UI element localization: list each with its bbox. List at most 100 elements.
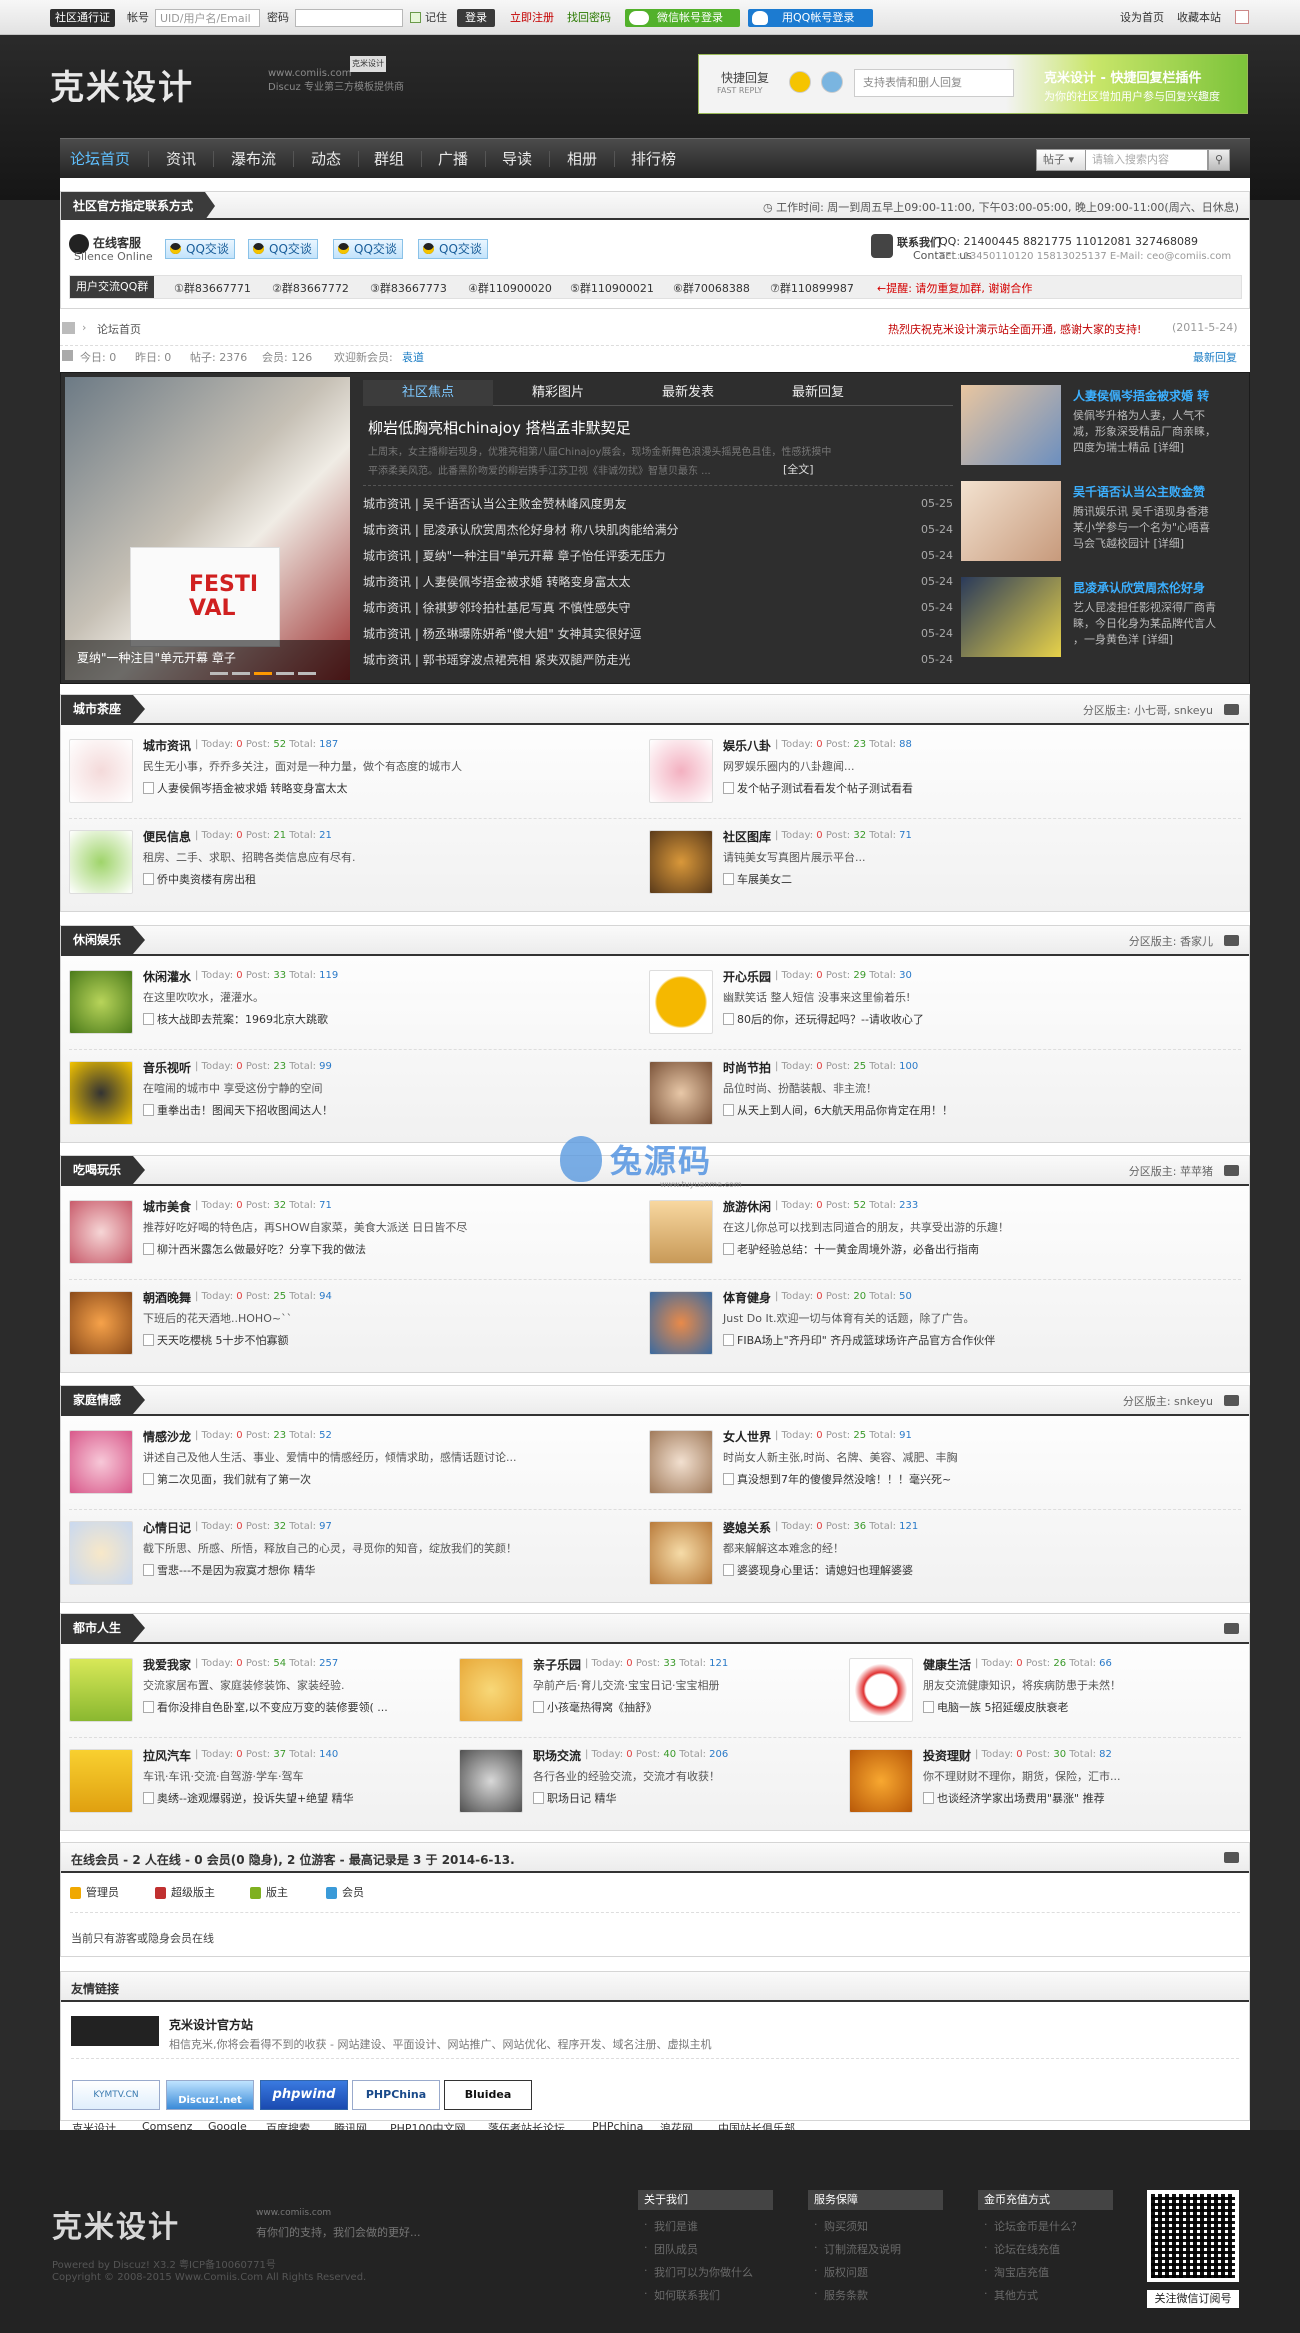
forum-last-post[interactable]: 奥绣--途观爆弱逆，投诉失望+绝望 精华 [143, 1790, 354, 1806]
nav-item-ranking[interactable]: 排行榜 [631, 139, 676, 179]
forum-icon[interactable] [649, 1521, 713, 1585]
category-title[interactable]: 家庭情感 [61, 1386, 146, 1414]
qq-group-5[interactable]: ⑤群110900021 [570, 280, 654, 296]
forum-item[interactable]: 我爱我家 | Today: 0 Post: 54 Total: 257 交流家居… [61, 1650, 451, 1732]
qq-chat-button-1[interactable]: QQ交谈 [165, 239, 235, 259]
forum-icon[interactable] [649, 1291, 713, 1355]
tab-latest-posts[interactable]: 最新发表 [623, 380, 753, 406]
forum-icon[interactable] [649, 1430, 713, 1494]
forum-item[interactable]: 投资理财 | Today: 0 Post: 30 Total: 82 你不理财财… [841, 1741, 1241, 1823]
login-button[interactable]: 登录 [457, 9, 495, 27]
category-title[interactable]: 吃喝玩乐 [61, 1156, 146, 1184]
forum-last-post[interactable]: 80后的你，还玩得起吗？--请收收心了 [723, 1011, 924, 1027]
stats-new-member[interactable]: 袁道 [402, 349, 424, 365]
news-item[interactable]: 城市资讯 | 郭书瑶穿波点裙亮相 紧夹双腿严防走光 05-24 [363, 649, 953, 671]
forum-item[interactable]: 女人世界 | Today: 0 Post: 25 Total: 91 时尚女人新… [641, 1422, 1241, 1504]
forum-item[interactable]: 休闲灌水 | Today: 0 Post: 33 Total: 119 在这里吹… [61, 962, 641, 1044]
forum-icon[interactable] [459, 1749, 523, 1813]
account-input[interactable]: UID/用户名/Email [155, 9, 260, 27]
forum-name[interactable]: 职场交流 [533, 1747, 581, 1764]
footer-link[interactable]: 其他方式 [984, 2287, 1038, 2303]
forum-name[interactable]: 便民信息 [143, 828, 191, 845]
forum-last-post[interactable]: 第二次见面，我们就有了第一次 [143, 1471, 311, 1487]
tab-focus[interactable]: 社区焦点 [363, 380, 493, 406]
side-news-item[interactable]: 吴千语否认当公主败金赞 腾讯娱乐讯 吴千语现身香港 某小学参与一个名为"心唔喜 … [961, 481, 1241, 581]
footer-link[interactable]: 论坛金币是什么？ [984, 2218, 1082, 2234]
bookmark-link[interactable]: 收藏本站 [1177, 9, 1221, 27]
nav-item-feed[interactable]: 动态 [311, 139, 341, 179]
qq-group-3[interactable]: ③群83667773 [370, 280, 447, 296]
footer-logo[interactable]: 克米设计 [52, 2202, 180, 2246]
qq-chat-button-4[interactable]: QQ交谈 [418, 239, 488, 259]
news-item[interactable]: 城市资讯 | 吴千语否认当公主败金赞林峰风度男友 05-25 [363, 493, 953, 515]
friend-logo-blueidea[interactable]: Bluidea [444, 2080, 532, 2110]
forum-last-post[interactable]: 雪悲---不是因为寂寞才想你 精华 [143, 1562, 315, 1578]
side-news-thumb[interactable] [961, 577, 1061, 657]
footer-link[interactable]: 购买须知 [814, 2218, 868, 2234]
news-item[interactable]: 城市资讯 | 杨丞琳曝陈妍希"傻大姐" 女神其实很好逗 05-24 [363, 623, 953, 645]
forum-icon[interactable] [459, 1658, 523, 1722]
category-title[interactable]: 都市人生 [61, 1614, 146, 1642]
side-news-item[interactable]: 昆凌承认欣赏周杰伦好身 艺人昆凌担任影视深得厂商青 睐，今日化身为某品牌代言人 … [961, 577, 1241, 677]
forum-icon[interactable] [69, 1658, 133, 1722]
forum-last-post[interactable]: 婆婆现身心里话：请媳妇也理解婆婆 [723, 1562, 913, 1578]
forum-name[interactable]: 时尚节拍 [723, 1059, 771, 1076]
news-item[interactable]: 城市资讯 | 徐褀萝邻玲拍杜基尼写真 不慎性感失守 05-24 [363, 597, 953, 619]
forum-icon[interactable] [69, 1521, 133, 1585]
friend-logo-discuz[interactable]: Discuz!.net [166, 2080, 254, 2110]
forum-name[interactable]: 健康生活 [923, 1656, 971, 1673]
forum-last-post[interactable]: 从天上到人间，6大航天用品你肯定在用！！ [723, 1102, 953, 1118]
nav-item-home[interactable]: 论坛首页 [70, 139, 130, 179]
forum-icon[interactable] [69, 970, 133, 1034]
forum-last-post[interactable]: 看你没排自色卧室,以不变应万变的装修要领( ... [143, 1699, 388, 1715]
set-homepage-link[interactable]: 设为首页 [1120, 9, 1164, 27]
forum-name[interactable]: 拉风汽车 [143, 1747, 191, 1764]
forum-last-post[interactable]: 重拳出击！图闻天下招收图闻达人！ [143, 1102, 333, 1118]
forum-icon[interactable] [69, 1061, 133, 1125]
forum-item[interactable]: 音乐视听 | Today: 0 Post: 23 Total: 99 在喧闹的城… [61, 1053, 641, 1135]
side-news-more[interactable]: [详细] [1154, 537, 1185, 550]
side-news-more[interactable]: [详细] [1154, 441, 1185, 454]
forum-name[interactable]: 城市美食 [143, 1198, 191, 1215]
home-icon[interactable] [62, 322, 75, 334]
fast-reply-banner[interactable]: 快捷回复 FAST REPLY 支持表情和删人回复 克米设计 - 快捷回复栏插件… [698, 54, 1248, 114]
forum-icon[interactable] [649, 830, 713, 894]
forum-item[interactable]: 开心乐园 | Today: 0 Post: 29 Total: 30 幽默笑话 … [641, 962, 1241, 1044]
footer-link[interactable]: 订制流程及说明 [814, 2241, 901, 2257]
slide-dot[interactable] [210, 672, 228, 675]
forum-last-post[interactable]: 老驴经验总结：十一黄金周境外游，必备出行指南 [723, 1241, 979, 1257]
forum-icon[interactable] [69, 1200, 133, 1264]
focus-slideshow[interactable]: FESTI VAL 夏纳"一种注目"单元开幕 章子 [65, 377, 350, 680]
forum-name[interactable]: 投资理财 [923, 1747, 971, 1764]
friend-logo-phpwind[interactable]: phpwind [260, 2080, 348, 2110]
forum-name[interactable]: 女人世界 [723, 1428, 771, 1445]
focus-headline[interactable]: 柳岩低胸亮相chinajoy 搭档孟非默契足 [368, 417, 631, 438]
latest-reply-link[interactable]: 最新回复 [1193, 349, 1237, 365]
nav-item-broadcast[interactable]: 广播 [438, 139, 468, 179]
footer-link[interactable]: 淘宝店充值 [984, 2264, 1049, 2280]
friend-logo-kymtv[interactable]: KYMTV.CN [72, 2080, 160, 2110]
side-news-thumb[interactable] [961, 385, 1061, 465]
category-title[interactable]: 休闲娱乐 [61, 926, 146, 954]
footer-link[interactable]: 如何联系我们 [644, 2287, 720, 2303]
collapse-icon[interactable] [1224, 1395, 1239, 1406]
collapse-icon[interactable] [1224, 1852, 1239, 1863]
featured-link-name[interactable]: 克米设计官方站 [169, 2016, 253, 2033]
forum-name[interactable]: 体育健身 [723, 1289, 771, 1306]
forum-last-post[interactable]: 人妻侯佩岑捂金被求婚 转略变身富太太 [143, 780, 348, 796]
forum-icon[interactable] [649, 739, 713, 803]
footer-link[interactable]: 版权问题 [814, 2264, 868, 2280]
forum-icon[interactable] [649, 1200, 713, 1264]
forum-item[interactable]: 城市美食 | Today: 0 Post: 32 Total: 71 推荐好吃好… [61, 1192, 641, 1274]
forum-item[interactable]: 婆媳关系 | Today: 0 Post: 36 Total: 121 都来解解… [641, 1513, 1241, 1595]
forum-item[interactable]: 朝酒晚舞 | Today: 0 Post: 25 Total: 94 下班后的花… [61, 1283, 641, 1365]
forum-last-post[interactable]: 核大战即去荒案：1969北京大跳歌 [143, 1011, 328, 1027]
forum-last-post[interactable]: 侨中奥资楼有房出租 [143, 871, 256, 887]
footer-link[interactable]: 团队成员 [644, 2241, 698, 2257]
forum-name[interactable]: 心情日记 [143, 1519, 191, 1536]
footer-link[interactable]: 我们可以为你做什么 [644, 2264, 753, 2280]
forum-icon[interactable] [69, 1430, 133, 1494]
forum-icon[interactable] [849, 1658, 913, 1722]
forum-item[interactable]: 拉风汽车 | Today: 0 Post: 37 Total: 140 车讯·车… [61, 1741, 451, 1823]
online-title[interactable]: 在线会员 - 2 人在线 - 0 会员(0 隐身), 2 位游客 - 最高记录是… [71, 1851, 515, 1868]
